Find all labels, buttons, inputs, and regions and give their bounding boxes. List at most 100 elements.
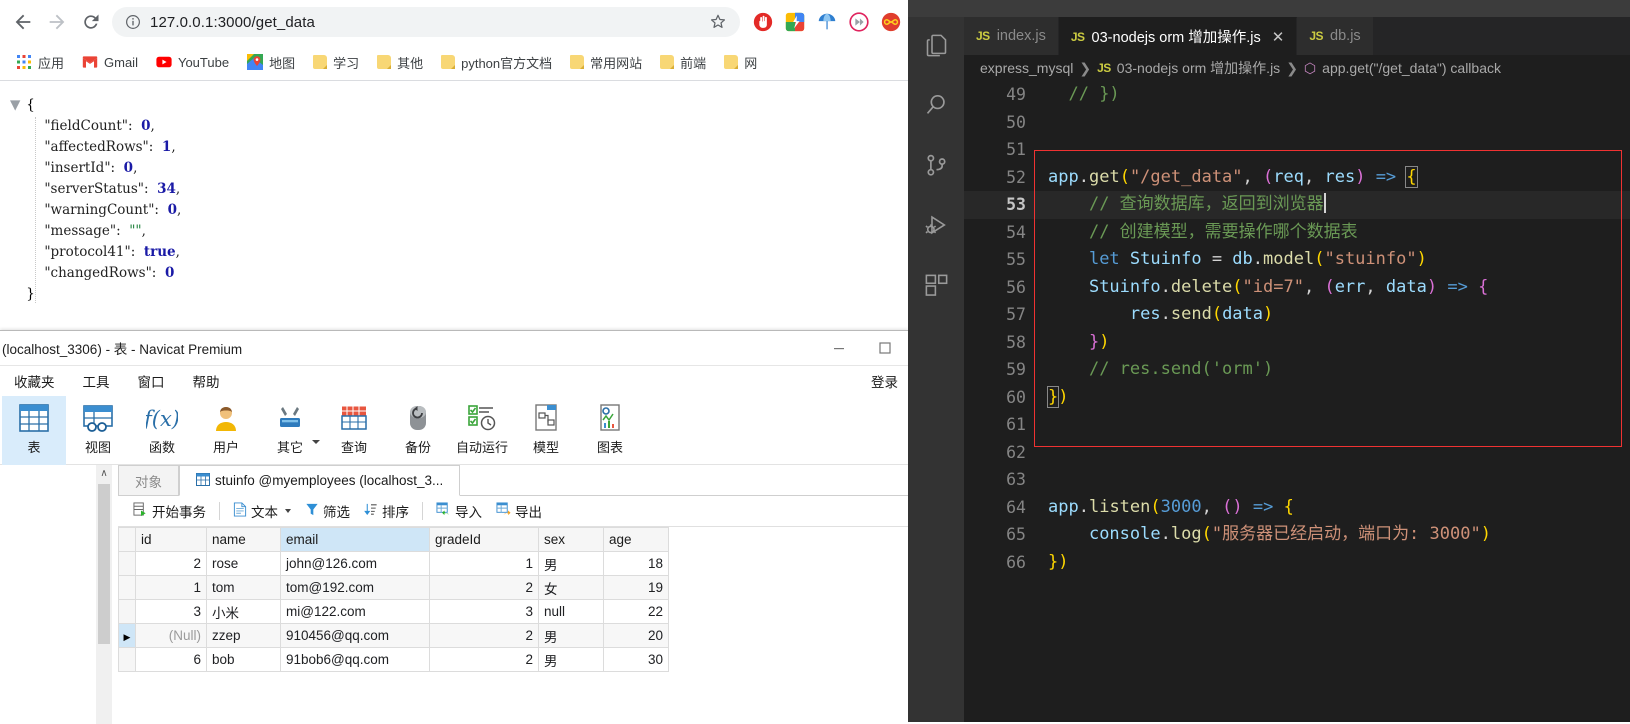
code-line[interactable]: 56 Stuinfo.delete("id=7", (err, data) =>…: [964, 274, 1630, 302]
code-line[interactable]: 62: [964, 439, 1630, 467]
cell-sex[interactable]: 男: [538, 551, 604, 576]
ribbon-query[interactable]: 查询: [322, 396, 386, 466]
login-link[interactable]: 登录: [871, 371, 908, 391]
code-line[interactable]: 66}): [964, 549, 1630, 577]
row-marker[interactable]: [118, 647, 136, 672]
cell-sex[interactable]: 女: [538, 575, 604, 600]
code-line[interactable]: 50: [964, 109, 1630, 137]
scroll-up-icon[interactable]: ∧: [96, 465, 112, 482]
sidebar-scrollbar[interactable]: ∧: [96, 465, 112, 724]
ribbon-table[interactable]: 表: [2, 396, 66, 466]
cell-email[interactable]: tom@192.com: [280, 575, 430, 600]
code-line[interactable]: 58 }): [964, 329, 1630, 357]
export-button[interactable]: 导出: [489, 499, 549, 523]
address-bar-text[interactable]: 127.0.0.1:3000/get_data: [150, 14, 702, 31]
cell-email[interactable]: john@126.com: [280, 551, 430, 576]
column-header-sex[interactable]: sex: [538, 527, 604, 552]
fastforward-extension-icon[interactable]: [848, 11, 870, 33]
cell-name[interactable]: tom: [206, 575, 281, 600]
umbrella-extension-icon[interactable]: [816, 11, 838, 33]
scrollbar-thumb[interactable]: [98, 484, 110, 644]
bookmark-star-icon[interactable]: [708, 12, 728, 32]
menu-item-window[interactable]: 窗口: [124, 368, 179, 394]
maximize-icon[interactable]: [862, 332, 908, 364]
table-row[interactable]: 6 bob 91bob6@qq.com 2 男 30: [118, 647, 669, 672]
bookmark-youtube[interactable]: YouTube: [148, 50, 237, 74]
cell-gradeid[interactable]: 2: [429, 647, 539, 672]
column-header-gradeid[interactable]: gradeId: [429, 527, 539, 552]
table-row[interactable]: 2 rose john@126.com 1 男 18: [118, 551, 669, 576]
code-line[interactable]: 64 app.listen(3000, () => {: [964, 494, 1630, 522]
cell-email[interactable]: mi@122.com: [280, 599, 430, 624]
cell-sex[interactable]: 男: [538, 623, 604, 648]
adblock-extension-icon[interactable]: [752, 11, 774, 33]
cell-age[interactable]: 30: [603, 647, 669, 672]
cell-age[interactable]: 20: [603, 623, 669, 648]
triangle-down-icon[interactable]: ▼: [10, 95, 22, 116]
fanyi-extension-icon[interactable]: [784, 11, 806, 33]
ribbon-view[interactable]: 视图: [66, 396, 130, 466]
minimize-icon[interactable]: [816, 332, 862, 364]
chevron-down-icon[interactable]: [285, 509, 291, 513]
ribbon-backup[interactable]: 备份: [386, 396, 450, 466]
bookmark-folder-common-sites[interactable]: 常用网站: [562, 49, 650, 76]
table-row[interactable]: 3 小米 mi@122.com 3 null 22: [118, 599, 669, 624]
tab-objects[interactable]: 对象: [118, 465, 179, 495]
menu-item-tools[interactable]: 工具: [69, 368, 124, 394]
bookmark-apps[interactable]: 应用: [8, 49, 72, 76]
cell-name[interactable]: rose: [206, 551, 281, 576]
ribbon-other[interactable]: 其它: [258, 396, 322, 466]
cell-gradeid[interactable]: 1: [429, 551, 539, 576]
editor-tab-db-js[interactable]: JS db.js: [1297, 17, 1374, 55]
column-header-name[interactable]: name: [206, 527, 281, 552]
bookmark-folder-xuexi[interactable]: 学习: [305, 49, 367, 76]
row-marker[interactable]: [118, 599, 136, 624]
sort-button[interactable]: 排序: [357, 499, 416, 523]
search-icon[interactable]: [912, 85, 960, 125]
column-header-id[interactable]: id: [135, 527, 207, 552]
cell-age[interactable]: 18: [603, 551, 669, 576]
chevron-down-icon[interactable]: [312, 440, 320, 444]
run-and-debug-icon[interactable]: [912, 205, 960, 245]
code-line[interactable]: 61: [964, 411, 1630, 439]
code-line[interactable]: 52 app.get("/get_data", (req, res) => {: [964, 164, 1630, 192]
cell-gradeid[interactable]: 2: [429, 575, 539, 600]
bookmark-gmail[interactable]: Gmail: [74, 50, 146, 74]
reload-button[interactable]: [74, 5, 108, 39]
cell-id[interactable]: 6: [135, 647, 207, 672]
table-row[interactable]: ▶ (Null) zzep 910456@qq.com 2 男 20: [118, 623, 669, 648]
row-marker[interactable]: ▶: [118, 623, 136, 648]
import-button[interactable]: 导入: [429, 499, 489, 523]
row-marker[interactable]: [118, 575, 136, 600]
code-line[interactable]: 65 console.log("服务器已经启动，端口为: 3000"): [964, 521, 1630, 549]
bookmark-maps[interactable]: 地图: [239, 49, 303, 76]
code-editor[interactable]: 49 // }) 50 51 52 app.get("/get_data", (req,…: [964, 81, 1630, 722]
ribbon-model[interactable]: 模型: [514, 396, 578, 466]
cell-sex[interactable]: 男: [538, 647, 604, 672]
breadcrumb-folder[interactable]: express_mysql: [980, 60, 1073, 76]
cell-name[interactable]: bob: [206, 647, 281, 672]
table-row[interactable]: 1 tom tom@192.com 2 女 19: [118, 575, 669, 600]
forward-button[interactable]: [40, 5, 74, 39]
cell-gradeid[interactable]: 2: [429, 623, 539, 648]
extensions-icon[interactable]: [912, 265, 960, 305]
vscode-menu-bar[interactable]: [908, 0, 1630, 17]
code-line[interactable]: 54 // 创建模型，需要操作哪个数据表: [964, 219, 1630, 247]
tab-stuinfo-table[interactable]: stuinfo @myemployees (localhost_3...: [179, 465, 461, 496]
site-info-icon[interactable]: [124, 13, 142, 31]
bookmark-folder-python-docs[interactable]: python官方文档: [433, 49, 560, 76]
cell-gradeid[interactable]: 3: [429, 599, 539, 624]
breadcrumb-file[interactable]: 03-nodejs orm 增加操作.js: [1117, 58, 1280, 78]
cell-age[interactable]: 19: [603, 575, 669, 600]
code-line[interactable]: 59 // res.send('orm'): [964, 356, 1630, 384]
cell-name[interactable]: 小米: [206, 599, 281, 624]
source-control-icon[interactable]: [912, 145, 960, 185]
menu-item-favorites[interactable]: 收藏夹: [0, 368, 69, 394]
column-header-email[interactable]: email: [280, 527, 430, 552]
close-icon[interactable]: ✕: [1272, 28, 1285, 46]
breadcrumb-symbol[interactable]: app.get("/get_data") callback: [1322, 60, 1501, 76]
ribbon-function[interactable]: f(x) 函数: [130, 396, 194, 466]
infinity-extension-icon[interactable]: [880, 11, 902, 33]
explorer-icon[interactable]: [912, 25, 960, 65]
text-button[interactable]: 文本: [226, 499, 298, 523]
